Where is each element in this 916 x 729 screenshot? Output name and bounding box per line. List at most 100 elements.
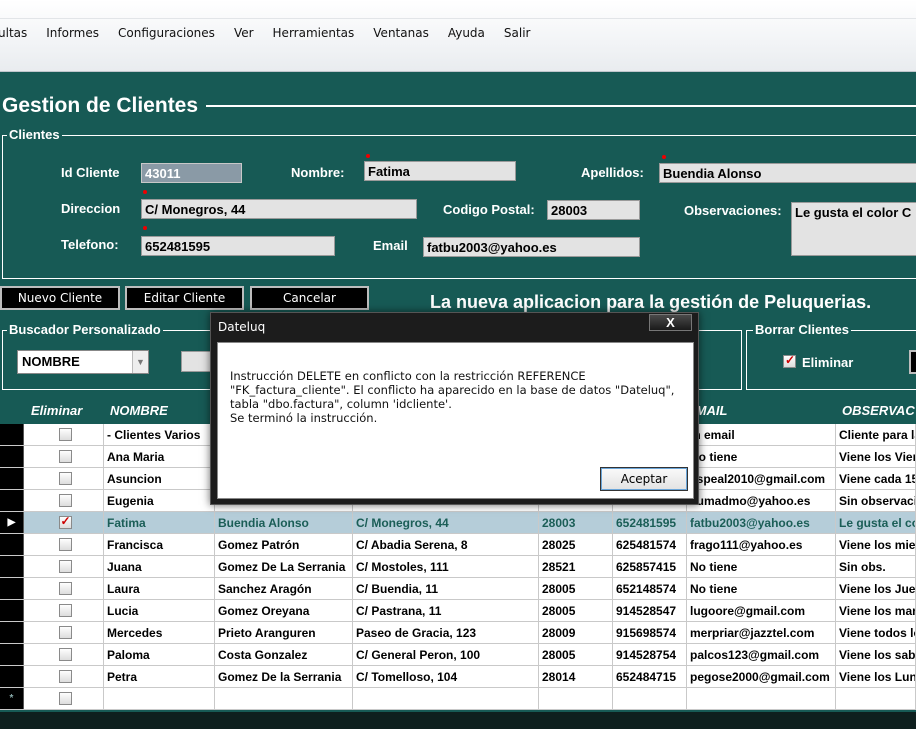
menu-consultas[interactable]: ultas — [0, 26, 27, 40]
apellidos-field[interactable]: Buendia Alonso — [659, 163, 916, 183]
direccion-field[interactable]: C/ Monegros, 44 — [141, 199, 417, 219]
cell-eliminar — [24, 424, 104, 445]
page-title: Gestion de Clientes — [2, 94, 199, 117]
id-cliente-field[interactable]: 43011 — [141, 163, 242, 183]
cell-telefono: 914528754 — [613, 644, 687, 665]
row-eliminar-checkbox[interactable] — [58, 472, 72, 485]
email-label: Email — [373, 238, 408, 253]
row-header[interactable] — [0, 600, 24, 621]
row-eliminar-checkbox[interactable] — [58, 670, 72, 683]
cell-direccion: C/ Mostoles, 111 — [353, 556, 539, 577]
table-row[interactable]: Francisca Gomez Patrón C/ Abadia Serena, 8… — [0, 534, 916, 556]
chevron-down-icon[interactable]: ▼ — [132, 351, 148, 373]
nombre-label: Nombre: — [291, 165, 345, 180]
row-eliminar-checkbox[interactable] — [58, 450, 72, 463]
row-eliminar-checkbox[interactable] — [58, 626, 72, 639]
email-field[interactable]: fatbu2003@yahoo.es — [423, 237, 640, 257]
row-eliminar-checkbox[interactable] — [58, 494, 72, 507]
row-header[interactable] — [0, 534, 24, 555]
codigo-postal-field[interactable]: 28003 — [547, 200, 640, 220]
row-header[interactable] — [0, 424, 24, 445]
menu-herramientas[interactable]: Herramientas — [273, 26, 355, 40]
menu-separator — [0, 18, 916, 19]
row-header[interactable] — [0, 666, 24, 687]
table-row[interactable]: Mercedes Prieto Aranguren Paseo de Gracia,… — [0, 622, 916, 644]
menu-salir[interactable]: Salir — [504, 26, 531, 40]
row-pointer-icon[interactable]: ▶ — [0, 512, 24, 533]
empty-cell — [687, 688, 836, 709]
cell-email: frago111@yahoo.es — [687, 534, 836, 555]
cell-nombre: Paloma — [104, 644, 215, 665]
row-eliminar-checkbox[interactable] — [58, 648, 72, 661]
row-eliminar-checkbox[interactable] — [58, 604, 72, 617]
cell-eliminar — [24, 534, 104, 555]
row-header[interactable] — [0, 556, 24, 577]
cell-telefono: 914528547 — [613, 600, 687, 621]
row-header[interactable] — [0, 468, 24, 489]
cell-nombre: Laura — [104, 578, 215, 599]
tagline: La nueva aplicacion para la gestión de P… — [430, 292, 872, 312]
table-row[interactable]: Paloma Costa Gonzalez C/ General Peron, 10… — [0, 644, 916, 666]
buscador-group-label: Buscador Personalizado — [7, 322, 163, 337]
observaciones-field[interactable]: Le gusta el color C — [791, 202, 916, 256]
apellidos-required-marker — [662, 155, 666, 159]
borrar-button-edge[interactable] — [909, 350, 916, 374]
empty-cell — [215, 688, 353, 709]
buscador-combo[interactable]: NOMBRE ▼ — [17, 350, 149, 374]
editar-cliente-button[interactable]: Editar Cliente — [125, 286, 244, 310]
menu-ver[interactable]: Ver — [234, 26, 254, 40]
cell-nombre: Fatima — [104, 512, 215, 533]
row-header[interactable] — [0, 644, 24, 665]
cell-apellidos: Buendia Alonso — [215, 512, 353, 533]
row-eliminar-checkbox[interactable] — [58, 560, 72, 573]
cell-cp: 28025 — [539, 534, 613, 555]
menu-informes[interactable]: Informes — [46, 26, 99, 40]
cell-apellidos: Sanchez Aragón — [215, 578, 353, 599]
telefono-field[interactable]: 652481595 — [141, 236, 335, 256]
empty-cell — [353, 688, 539, 709]
table-row[interactable]: ▶ FatimaBuendia AlonsoC/ Monegros, 442800… — [0, 512, 916, 534]
borrar-group-label: Borrar Clientes — [753, 322, 851, 337]
row-eliminar-checkbox[interactable] — [58, 538, 72, 551]
bottom-strip — [0, 712, 916, 729]
nombre-field[interactable]: Fatima — [364, 161, 516, 181]
row-header[interactable] — [0, 578, 24, 599]
col-nombre[interactable]: NOMBRE — [104, 397, 215, 424]
col-eliminar[interactable]: Eliminar — [24, 397, 104, 424]
table-new-row[interactable]: * — [0, 688, 916, 710]
cell-email: aspeal2010@gmail.com — [687, 468, 836, 489]
cell-cp: 28005 — [539, 600, 613, 621]
cell-observaciones: Viene los mar — [836, 600, 916, 621]
row-eliminar-checkbox[interactable] — [58, 514, 72, 529]
row-eliminar-checkbox[interactable] — [58, 692, 72, 705]
dialog-title: Dateluq — [218, 320, 266, 334]
eliminar-checkbox[interactable] — [783, 353, 796, 368]
row-eliminar-checkbox[interactable] — [58, 428, 72, 441]
menu-ventanas[interactable]: Ventanas — [373, 26, 429, 40]
row-header[interactable] — [0, 446, 24, 467]
cell-eliminar — [24, 644, 104, 665]
table-row[interactable]: Lucia Gomez Oreyana C/ Pastrana, 11 28005 91… — [0, 600, 916, 622]
table-row[interactable]: Laura Sanchez Aragón C/ Buendia, 11 28005 65… — [0, 578, 916, 600]
cell-eliminar — [24, 688, 104, 709]
row-header[interactable] — [0, 490, 24, 511]
dialog-close-button[interactable]: X — [649, 314, 692, 331]
col-email[interactable]: EMAIL — [687, 397, 836, 424]
cell-apellidos: Gomez De la Serrania — [215, 666, 353, 687]
menu-configuraciones[interactable]: Configuraciones — [118, 26, 215, 40]
cell-eliminar — [24, 600, 104, 621]
menu-items: ultas Informes Configuraciones Ver Herra… — [0, 26, 549, 40]
cell-email: in email — [687, 424, 836, 445]
observaciones-label: Observaciones: — [684, 203, 782, 218]
dialog-accept-button[interactable]: Aceptar — [600, 467, 688, 491]
col-observaciones[interactable]: OBSERVAC — [836, 397, 916, 424]
table-row[interactable]: Petra Gomez De la Serrania C/ Tomelloso, 1… — [0, 666, 916, 688]
cancelar-button[interactable]: Cancelar — [250, 286, 369, 310]
menu-ayuda[interactable]: Ayuda — [448, 26, 485, 40]
row-header[interactable] — [0, 622, 24, 643]
row-eliminar-checkbox[interactable] — [58, 582, 72, 595]
table-row[interactable]: Juana Gomez De La Serrania C/ Mostoles, 11… — [0, 556, 916, 578]
cell-eliminar — [24, 622, 104, 643]
nuevo-cliente-button[interactable]: Nuevo Cliente — [0, 286, 120, 310]
cell-apellidos: Gomez Patrón — [215, 534, 353, 555]
